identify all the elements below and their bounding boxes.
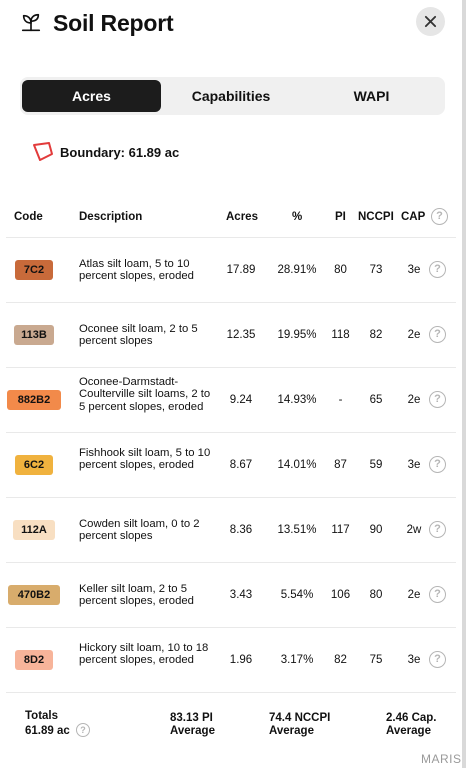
divider [6,692,456,693]
percent-value: 28.91% [277,264,317,276]
pi-value: 82 [334,654,347,666]
cap-value: 2w [406,524,422,536]
totals-label: Totals 61.89 ac [25,709,70,739]
tab-acres[interactable]: Acres [22,80,161,112]
cap-value: 2e [407,329,421,341]
nccpi-value: 80 [369,589,383,601]
help-icon[interactable]: ? [429,326,446,343]
soil-code-badge: 6C2 [15,455,53,475]
scrollbar-track [462,0,466,768]
acres-value: 12.35 [226,329,256,341]
pi-value: 106 [330,589,351,601]
percent-value: 3.17% [280,654,314,666]
percent-value: 5.54% [280,589,314,601]
soil-description: Atlas silt loam, 5 to 10 percent slopes,… [79,258,194,283]
totals-title: Totals [25,710,59,722]
header: Soil Report [0,0,466,50]
help-icon[interactable]: ? [431,208,448,225]
page-title: Soil Report [53,10,174,36]
sprout-icon [21,13,41,32]
acres-value: 3.43 [229,589,253,601]
soil-code-badge: 8D2 [15,650,53,670]
soil-description: Keller silt loam, 2 to 5 percent slopes,… [79,583,194,608]
table-row[interactable]: 882B2 Oconee-Darmstadt-Coulterville silt… [0,368,462,433]
nccpi-average: 74.4 NCCPI Average [269,712,330,738]
nccpi-value: 82 [369,329,383,341]
help-icon[interactable]: ? [429,586,446,603]
help-icon[interactable]: ? [429,651,446,668]
help-icon[interactable]: ? [429,261,446,278]
boundary-summary: Boundary: 61.89 ac [32,140,179,164]
header-code: Code [14,211,43,223]
header-acres: Acres [226,211,258,223]
nccpi-value: 90 [369,524,383,536]
soil-description: Cowden silt loam, 0 to 2 percent slopes [79,518,200,543]
soil-code-badge: 113B [14,325,54,345]
table-row[interactable]: 7C2 Atlas silt loam, 5 to 10 percent slo… [0,238,462,303]
table-row[interactable]: 112A Cowden silt loam, 0 to 2 percent sl… [0,498,462,563]
cap-value: 2e [407,589,421,601]
header-cap: CAP [401,211,426,223]
pi-average-value: 83.13 PI [170,712,213,724]
table-row[interactable]: 113B Oconee silt loam, 2 to 5 percent sl… [0,303,462,368]
close-icon [424,15,437,28]
percent-value: 13.51% [277,524,317,536]
help-icon[interactable]: ? [429,391,446,408]
cap-average: 2.46 Cap. Average [386,712,437,738]
cap-value: 3e [407,654,421,666]
pi-value: 117 [331,524,350,536]
acres-value: 1.96 [229,654,253,666]
tab-bar: Acres Capabilities WAPI [20,77,445,115]
acres-value: 8.67 [229,459,253,471]
pi-value: 118 [331,329,350,341]
header-nccpi: NCCPI [358,211,394,223]
acres-value: 8.36 [229,524,253,536]
soil-code-badge: 112A [13,520,55,540]
table-row[interactable]: 8D2 Hickory silt loam, 10 to 18 percent … [0,628,462,693]
boundary-label: Boundary: 61.89 ac [60,144,180,160]
nccpi-value: 75 [369,654,383,666]
soil-description: Oconee-Darmstadt-Coulterville silt loams… [79,376,211,413]
soil-code-badge: 882B2 [7,390,61,410]
acres-value: 17.89 [226,264,256,276]
close-button[interactable] [416,7,445,36]
table-row[interactable]: 470B2 Keller silt loam, 2 to 5 percent s… [0,563,462,628]
nccpi-value: 73 [369,264,383,276]
cap-value: 3e [407,264,421,276]
nccpi-average-label: Average [269,725,314,737]
help-icon[interactable]: ? [76,723,90,737]
percent-value: 14.01% [277,459,317,471]
cap-average-label: Average [386,725,431,737]
soil-description: Hickory silt loam, 10 to 18 percent slop… [79,642,209,667]
pi-value: - [338,394,343,406]
tab-wapi[interactable]: WAPI [301,80,442,112]
pi-value: 80 [334,264,347,276]
header-percent: % [292,211,303,223]
nccpi-value: 59 [369,459,383,471]
percent-value: 14.93% [277,394,317,406]
totals-acres: 61.89 ac [25,725,70,737]
pi-value: 87 [334,459,347,471]
nccpi-value: 65 [369,394,383,406]
boundary-polygon-icon [33,142,53,161]
cap-value: 2e [407,394,421,406]
cap-value: 3e [407,459,421,471]
pi-average-label: Average [170,725,215,737]
acres-value: 9.24 [229,394,253,406]
header-description: Description [79,211,143,223]
soil-code-badge: 470B2 [8,585,60,605]
help-icon[interactable]: ? [429,521,446,538]
nccpi-average-value: 74.4 NCCPI [269,712,331,724]
table-row[interactable]: 6C2 Fishhook silt loam, 5 to 10 percent … [0,433,462,498]
percent-value: 19.95% [277,329,317,341]
tab-capabilities[interactable]: Capabilities [163,80,299,112]
soil-description: Fishhook silt loam, 5 to 10 percent slop… [79,447,211,472]
header-pi: PI [335,211,346,223]
pi-average: 83.13 PI Average [170,712,215,738]
cap-average-value: 2.46 Cap. [386,712,437,724]
watermark: MARIS [421,752,462,766]
help-icon[interactable]: ? [429,456,446,473]
soil-code-badge: 7C2 [15,260,53,280]
soil-description: Oconee silt loam, 2 to 5 percent slopes [79,323,198,348]
